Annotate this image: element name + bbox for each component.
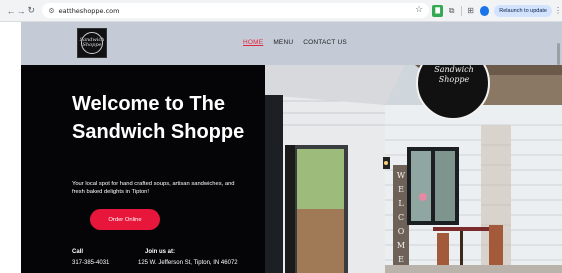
hero-panel: Welcome to The Sandwich Shoppe Your loca… — [21, 65, 265, 273]
reload-icon[interactable]: ↻ — [26, 4, 36, 18]
toolbar-separator — [461, 5, 463, 16]
logo-text: Sandwich Shoppe — [79, 37, 105, 48]
shop-sign-text: Sandwich Shoppe — [434, 65, 474, 84]
tab-search-icon[interactable]: ⊞ — [465, 5, 476, 17]
forward-icon[interactable]: → — [16, 4, 26, 18]
profile-avatar[interactable] — [480, 5, 490, 16]
scrollbar-thumb[interactable] — [557, 43, 560, 65]
call-label: Call — [72, 249, 84, 255]
storefront-illustration — [265, 65, 562, 273]
site-header: Sandwich Shoppe HOME MENU CONTACT US — [21, 22, 562, 65]
address-bar[interactable]: ⚙ eattheshoppe.com ☆ — [42, 3, 430, 18]
address-text: 125 W. Jefferson St, Tipton, IN 46072 — [138, 260, 238, 266]
url-text[interactable]: eattheshoppe.com — [59, 7, 120, 15]
menu-item-home[interactable]: HOME — [243, 39, 263, 46]
extension-icon[interactable]: ▇ — [432, 4, 444, 17]
phone-number[interactable]: 317-385-4031 — [72, 260, 109, 266]
welcome-sign-text: WELCOME — [396, 171, 406, 264]
extensions-puzzle-icon[interactable]: ⧉ — [446, 5, 457, 17]
back-icon[interactable]: ← — [6, 4, 16, 18]
hero-title: Welcome to The Sandwich Shoppe — [72, 93, 245, 143]
main-menu: HOME MENU CONTACT US — [243, 39, 347, 46]
site-info-icon[interactable]: ⚙ — [48, 7, 54, 15]
join-us-label: Join us at: — [145, 249, 176, 255]
menu-item-menu[interactable]: MENU — [273, 39, 293, 46]
browser-toolbar: ← → ↻ ⚙ eattheshoppe.com ☆ ▇ ⧉ ⊞ Relaunc… — [0, 0, 562, 22]
logo-ring: Sandwich Shoppe — [79, 32, 105, 54]
menu-kebab-icon[interactable]: ⋮ — [554, 6, 562, 15]
relaunch-update-button[interactable]: Relaunch to update — [494, 4, 552, 17]
order-online-button[interactable]: Order Online — [90, 209, 160, 230]
site-logo[interactable]: Sandwich Shoppe — [77, 28, 107, 58]
page-left-gutter — [0, 22, 21, 273]
hero-description: Your local spot for hand crafted soups, … — [72, 181, 235, 195]
storefront-photo: Sandwich Shoppe WELCOME — [265, 65, 562, 273]
bookmark-star-icon[interactable]: ☆ — [415, 4, 423, 15]
menu-item-contact[interactable]: CONTACT US — [303, 39, 347, 46]
